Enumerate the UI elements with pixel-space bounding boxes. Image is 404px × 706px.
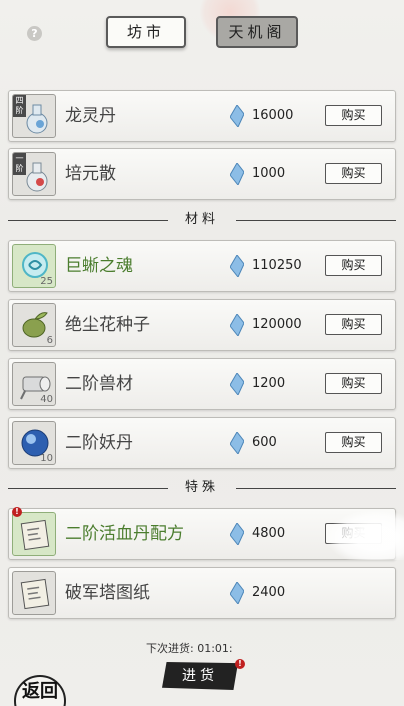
spirit-stone-icon xyxy=(230,105,244,127)
spirit-stone-icon xyxy=(230,314,244,336)
item-price: 600 xyxy=(252,435,277,450)
item-price: 2400 xyxy=(252,585,286,600)
item-icon-box[interactable]: 25 xyxy=(12,244,56,288)
item-name: 培元散 xyxy=(65,164,116,184)
list-item: 四阶 龙灵丹 16000 购买 xyxy=(8,90,396,142)
section-title: 材料 xyxy=(184,212,219,227)
back-button[interactable]: 返回 xyxy=(14,675,66,706)
recipe-scroll-icon xyxy=(20,519,50,551)
item-name: 龙灵丹 xyxy=(65,106,116,126)
item-price: 4800 xyxy=(252,526,286,541)
new-alert-icon: ! xyxy=(12,507,22,517)
item-name: 破军塔图纸 xyxy=(65,583,150,603)
item-count: 25 xyxy=(40,276,53,287)
item-icon-box[interactable] xyxy=(12,512,56,556)
list-item: 破军塔图纸 2400 xyxy=(8,567,396,619)
spirit-stone-icon xyxy=(230,582,244,604)
list-item: 一阶 培元散 1000 购买 xyxy=(8,148,396,200)
item-icon-box[interactable]: 40 xyxy=(12,362,56,406)
spirit-stone-icon xyxy=(230,373,244,395)
list-item: 40 二阶兽材 1200 购买 xyxy=(8,358,396,410)
item-icon-box[interactable]: 四阶 xyxy=(12,94,56,138)
spirit-stone-icon xyxy=(230,432,244,454)
item-price: 1000 xyxy=(252,166,286,181)
buy-button[interactable]: 购买 xyxy=(325,373,382,394)
grade-badge: 四阶 xyxy=(13,95,26,117)
item-price: 16000 xyxy=(252,108,294,123)
section-divider-special: 特殊 xyxy=(8,478,396,498)
grade-badge: 一阶 xyxy=(13,153,26,175)
buy-button[interactable]: 购买 xyxy=(325,314,382,335)
item-price: 1200 xyxy=(252,376,286,391)
buy-button[interactable]: 购买 xyxy=(325,105,382,126)
buy-button[interactable]: 购买 xyxy=(325,255,382,276)
item-name: 二阶妖丹 xyxy=(65,433,133,453)
next-restock-timer: 下次进货: 01:01: xyxy=(146,642,233,655)
spirit-stone-icon xyxy=(230,255,244,277)
list-item: 25 巨蜥之魂 110250 购买 xyxy=(8,240,396,292)
restock-alert-icon: ! xyxy=(235,659,245,669)
list-item: 6 绝尘花种子 120000 购买 xyxy=(8,299,396,351)
item-icon-box[interactable]: 一阶 xyxy=(12,152,56,196)
buy-button[interactable]: 购买 xyxy=(325,432,382,453)
list-item: 10 二阶妖丹 600 购买 xyxy=(8,417,396,469)
item-count: 6 xyxy=(46,335,53,346)
section-title: 特殊 xyxy=(184,480,219,495)
item-icon-box[interactable] xyxy=(12,571,56,615)
tab-market[interactable]: 坊市 xyxy=(106,16,186,48)
tab-pavilion[interactable]: 天机阁 xyxy=(216,16,298,48)
item-count: 10 xyxy=(40,453,53,464)
help-icon[interactable]: ? xyxy=(27,26,42,41)
tap-hint-overlay xyxy=(327,510,404,560)
item-name: 二阶兽材 xyxy=(65,374,133,394)
item-name: 二阶活血丹配方 xyxy=(65,524,184,544)
section-divider-materials: 材料 xyxy=(8,210,396,230)
item-icon-box[interactable]: 6 xyxy=(12,303,56,347)
spirit-stone-icon xyxy=(230,523,244,545)
item-price: 110250 xyxy=(252,258,302,273)
item-name: 巨蜥之魂 xyxy=(65,256,133,276)
spirit-stone-icon xyxy=(230,163,244,185)
item-price: 120000 xyxy=(252,317,302,332)
item-icon-box[interactable]: 10 xyxy=(12,421,56,465)
item-count: 40 xyxy=(40,394,53,405)
blueprint-scroll-icon xyxy=(20,578,50,610)
restock-button[interactable]: 进货 xyxy=(162,662,238,690)
buy-button[interactable]: 购买 xyxy=(325,163,382,184)
item-name: 绝尘花种子 xyxy=(65,315,150,335)
